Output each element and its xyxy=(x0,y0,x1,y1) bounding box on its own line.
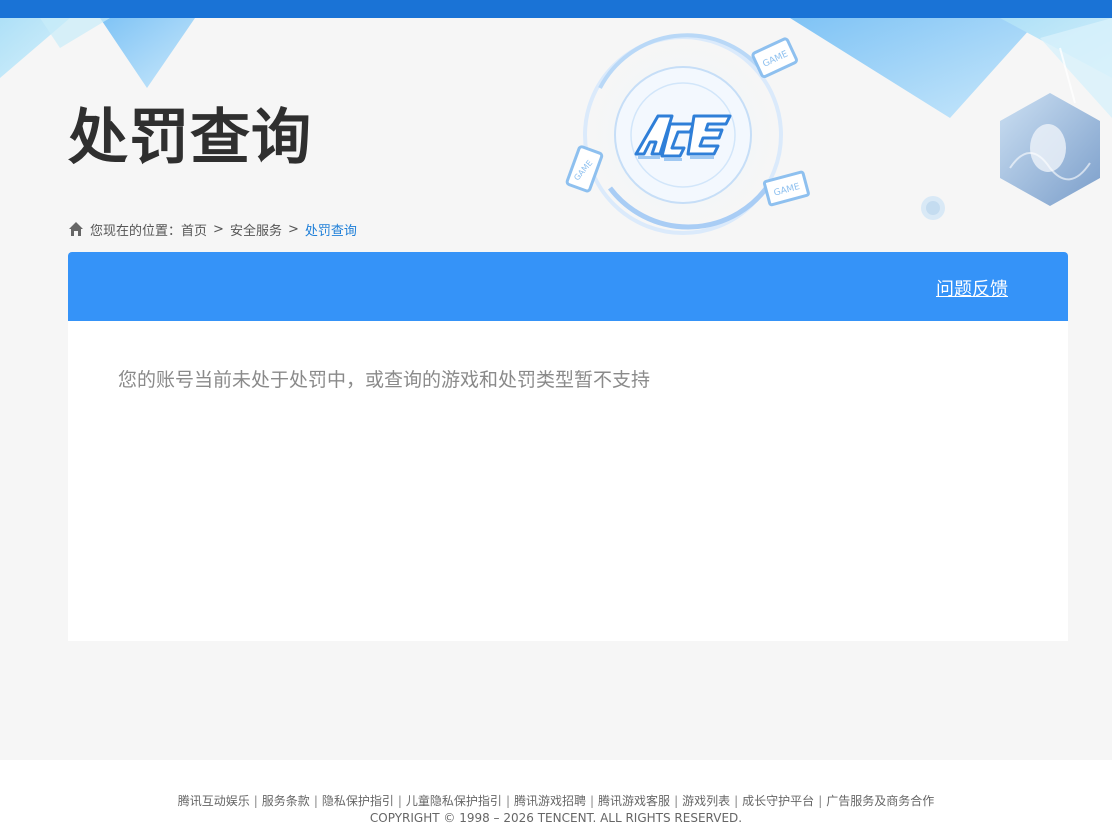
footer-link-privacy[interactable]: 隐私保护指引 xyxy=(322,794,394,808)
breadcrumb-security-services[interactable]: 安全服务 xyxy=(230,220,282,239)
footer-link-tencent-ied[interactable]: 腾讯互动娱乐 xyxy=(178,794,250,808)
footer-link-ads[interactable]: 广告服务及商务合作 xyxy=(826,794,934,808)
footer-link-guardian[interactable]: 成长守护平台 xyxy=(742,794,814,808)
footer-link-support[interactable]: 腾讯游戏客服 xyxy=(598,794,670,808)
footer-divider: | xyxy=(818,794,823,808)
decor-triangle xyxy=(100,18,195,88)
top-bar xyxy=(0,0,1112,18)
footer-divider: | xyxy=(734,794,739,808)
page-title: 处罚查询 xyxy=(68,103,312,173)
breadcrumb-prefix: 您现在的位置： xyxy=(90,223,182,239)
breadcrumb-home[interactable]: 首页 xyxy=(181,220,207,239)
footer-link-terms[interactable]: 服务条款 xyxy=(262,794,310,808)
footer-divider: | xyxy=(253,794,258,808)
footer-divider: | xyxy=(674,794,679,808)
breadcrumb-separator: > xyxy=(287,221,299,237)
copyright: COPYRIGHT © 1998 – 2026 TENCENT. ALL RIG… xyxy=(369,811,743,825)
breadcrumb: 您现在的位置： 首页 > 安全服务 > 处罚查询 xyxy=(68,219,357,239)
footer-divider: | xyxy=(313,794,318,808)
breadcrumb-separator: > xyxy=(213,221,224,237)
footer-links: 腾讯互动娱乐 | 服务条款 | 隐私保护指引 | 儿童隐私保护指引 | 腾讯游戏招聘 | 腾讯游戏客… xyxy=(0,792,1112,809)
decor-triangle xyxy=(790,18,1040,118)
footer-link-child-privacy[interactable]: 儿童隐私保护指引 xyxy=(406,794,502,808)
result-panel-body: 您的账号当前未处于处罚中，或查询的游戏和处罚类型暂不支持 xyxy=(68,321,1068,641)
footer-divider: | xyxy=(505,794,510,808)
footer-link-careers[interactable]: 腾讯游戏招聘 xyxy=(514,794,586,808)
result-message: 您的账号当前未处于处罚中，或查询的游戏和处罚类型暂不支持 xyxy=(118,369,651,391)
footer-divider: | xyxy=(590,794,595,808)
home-icon xyxy=(69,222,83,236)
result-panel-header: 问题反馈 xyxy=(68,252,1068,321)
feedback-link[interactable]: 问题反馈 xyxy=(936,275,1008,301)
footer-divider: | xyxy=(397,794,402,808)
ace-logo xyxy=(634,114,732,161)
breadcrumb-current: 处罚查询 xyxy=(304,223,357,239)
footer-link-game-list[interactable]: 游戏列表 xyxy=(682,794,730,808)
game-device-icon: GAME xyxy=(751,37,798,79)
footer: 腾讯互动娱乐 | 服务条款 | 隐私保护指引 | 儿童隐私保护指引 | 腾讯游戏招聘 | 腾讯游戏客… xyxy=(0,760,1112,832)
